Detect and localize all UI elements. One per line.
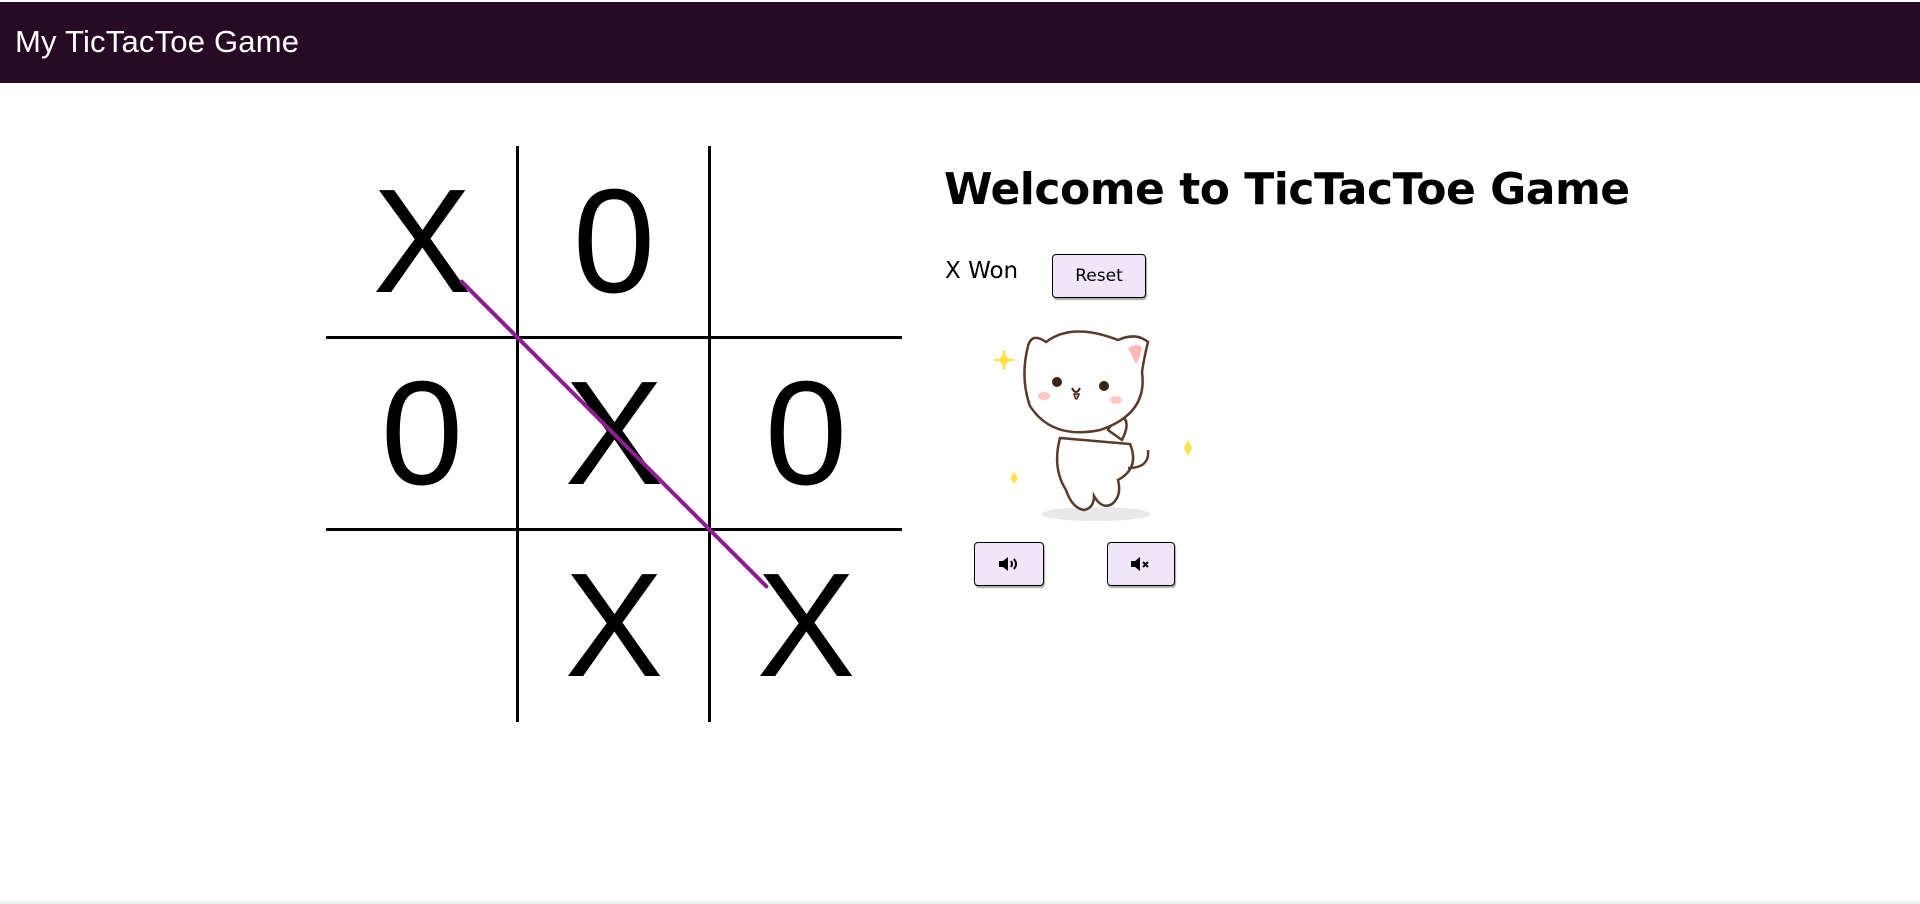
board-cell-4[interactable]: 0 [326, 338, 518, 530]
board-cell-5[interactable]: X [518, 338, 710, 530]
top-app-bar: My TicTacToe Game [0, 2, 1920, 83]
board-cell-3[interactable] [710, 146, 902, 338]
game-board: X 0 0 X 0 X X [326, 146, 902, 722]
board-cell-7[interactable] [326, 530, 518, 722]
welcome-heading: Welcome to TicTacToe Game [944, 164, 1630, 215]
board-cell-9[interactable]: X [710, 530, 902, 722]
board-cell-2[interactable]: 0 [518, 146, 710, 338]
sound-on-button[interactable] [974, 542, 1044, 586]
board-cell-6[interactable]: 0 [710, 338, 902, 530]
speaker-mute-icon [1131, 557, 1149, 571]
reset-button[interactable]: Reset [1052, 254, 1146, 298]
sound-off-button[interactable] [1107, 542, 1175, 586]
speaker-volume-icon [999, 557, 1017, 571]
board-cell-8[interactable]: X [518, 530, 710, 722]
celebrating-cat-sticker [994, 330, 1192, 521]
app-title: My TicTacToe Game [15, 24, 300, 59]
board-cell-1[interactable]: X [326, 146, 518, 338]
game-status: X Won [945, 258, 1019, 284]
